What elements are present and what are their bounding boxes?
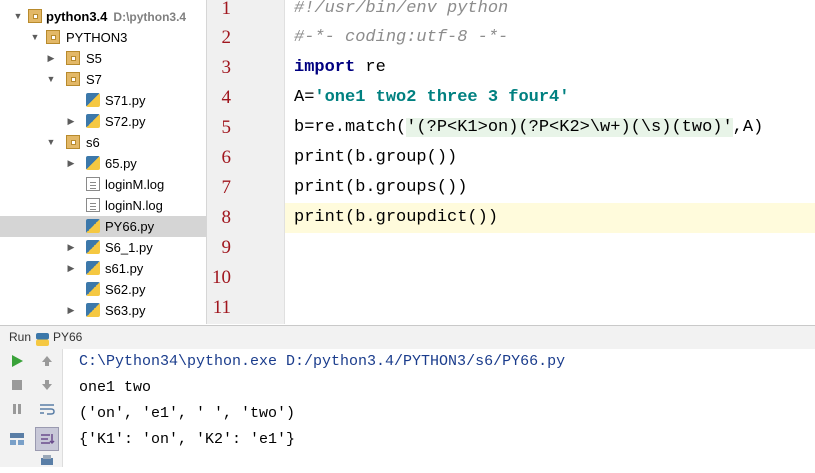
tree-item-s72[interactable]: ▶ S72.py <box>0 111 206 132</box>
regex-literal: '(?P<K1>on)(?P<K2>\w+)(\s)(two)' <box>406 118 733 137</box>
folder-icon <box>28 9 42 23</box>
chevron-down-icon[interactable]: ▼ <box>46 132 56 153</box>
code-line-6: print(b.group()) <box>294 148 458 167</box>
run-tool-header: Run PY66 <box>0 325 815 350</box>
line-number: 1 <box>221 0 232 19</box>
python-file-icon <box>86 114 100 128</box>
code-line-1: #!/usr/bin/env python <box>294 0 509 18</box>
line-number: 5 <box>221 117 232 138</box>
line-number: 8 <box>221 207 232 228</box>
chevron-right-icon[interactable]: ▶ <box>46 48 56 69</box>
text-file-icon <box>86 198 100 212</box>
tree-root[interactable]: ▼ python3.4 D:\python3.4 <box>0 6 206 27</box>
python-file-icon <box>86 93 100 107</box>
chevron-down-icon[interactable]: ▼ <box>30 27 40 48</box>
line-number: 7 <box>221 177 232 198</box>
code-line-2: #-*- coding:utf-8 -*- <box>294 28 509 47</box>
scroll-down-button[interactable] <box>37 377 57 397</box>
print-icon[interactable] <box>37 453 57 473</box>
folder-icon <box>66 135 80 149</box>
chevron-right-icon[interactable]: ▶ <box>66 258 76 279</box>
pause-button[interactable] <box>7 401 27 421</box>
layout-icon[interactable] <box>7 431 27 451</box>
tree-item-s63[interactable]: ▶ S63.py <box>0 300 206 321</box>
tree-item-s61[interactable]: ▶ s61.py <box>0 258 206 279</box>
tree-item-loginm[interactable]: loginM.log <box>0 174 206 195</box>
python-file-icon <box>86 219 100 233</box>
line-number: 2 <box>221 27 232 48</box>
python-file-icon <box>86 156 100 170</box>
chevron-right-icon[interactable]: ▶ <box>66 153 76 174</box>
project-tree: ▼ python3.4 D:\python3.4 ▼ PYTHON3 ▶ S5 ▼… <box>0 0 207 324</box>
line-number: 3 <box>221 57 232 78</box>
code-line-4: A='one1 two2 three 3 four4' <box>294 88 570 107</box>
python-file-icon <box>86 282 100 296</box>
line-number: 9 <box>221 237 232 258</box>
tree-item-python3[interactable]: ▼ PYTHON3 <box>0 27 206 48</box>
folder-icon <box>66 51 80 65</box>
scroll-to-end-button[interactable] <box>35 427 59 451</box>
scroll-up-button[interactable] <box>37 353 57 373</box>
soft-wrap-icon[interactable] <box>37 401 57 421</box>
tree-item-s71[interactable]: S71.py <box>0 90 206 111</box>
python-file-icon <box>86 240 100 254</box>
tree-item-s62[interactable]: S62.py <box>0 279 206 300</box>
line-number: 10 <box>212 267 231 288</box>
chevron-down-icon[interactable]: ▼ <box>13 6 23 27</box>
tree-item-s6[interactable]: ▼ s6 <box>0 132 206 153</box>
console-output-line: ('on', 'e1', ' ', 'two') <box>79 405 296 422</box>
rerun-button[interactable] <box>7 353 27 373</box>
chevron-right-icon[interactable]: ▶ <box>66 111 76 132</box>
console-command: C:\Python34\python.exe D:/python3.4/PYTH… <box>79 353 566 370</box>
string-literal: 'one1 two2 three 3 four4' <box>314 88 570 107</box>
tree-item-65[interactable]: ▶ 65.py <box>0 153 206 174</box>
tree-item-s7[interactable]: ▼ S7 <box>0 69 206 90</box>
code-line-3: import re <box>294 58 386 77</box>
run-config-name[interactable]: PY66 <box>53 326 82 349</box>
text-file-icon <box>86 177 100 191</box>
chevron-right-icon[interactable]: ▶ <box>66 300 76 321</box>
editor-gutter: 1 2 3 4 5 6 7 8 9 10 11 <box>207 0 285 324</box>
folder-icon <box>66 72 80 86</box>
run-label: Run <box>9 330 32 344</box>
console-output-line: {'K1': 'on', 'K2': 'e1'} <box>79 431 296 448</box>
python-run-icon <box>36 331 49 346</box>
keyword: import <box>294 58 356 77</box>
code-line-8: print(b.groupdict()) <box>294 208 499 227</box>
stop-button[interactable] <box>7 377 27 397</box>
tree-item-s6-1[interactable]: ▶ S6_1.py <box>0 237 206 258</box>
chevron-right-icon[interactable]: ▶ <box>66 237 76 258</box>
run-console[interactable]: C:\Python34\python.exe D:/python3.4/PYTH… <box>63 349 815 467</box>
line-number: 11 <box>212 297 231 318</box>
tree-item-s5[interactable]: ▶ S5 <box>0 48 206 69</box>
tree-item-loginn[interactable]: loginN.log <box>0 195 206 216</box>
tree-root-path: D:\python3.4 <box>113 10 187 24</box>
tree-root-name: python3.4 <box>46 9 108 24</box>
console-output-line: one1 two <box>79 379 152 396</box>
run-toolbar <box>0 349 63 467</box>
python-file-icon <box>86 303 100 317</box>
line-number: 6 <box>221 147 232 168</box>
tree-item-py66[interactable]: PY66.py <box>0 216 206 237</box>
code-line-7: print(b.groups()) <box>294 178 468 197</box>
chevron-down-icon[interactable]: ▼ <box>46 69 56 90</box>
line-number: 4 <box>221 87 232 108</box>
folder-icon <box>46 30 60 44</box>
python-file-icon <box>86 261 100 275</box>
code-editor[interactable]: #!/usr/bin/env python #-*- coding:utf-8 … <box>285 0 815 324</box>
code-line-5: b=re.match('(?P<K1>on)(?P<K2>\w+)(\s)(tw… <box>294 118 764 137</box>
